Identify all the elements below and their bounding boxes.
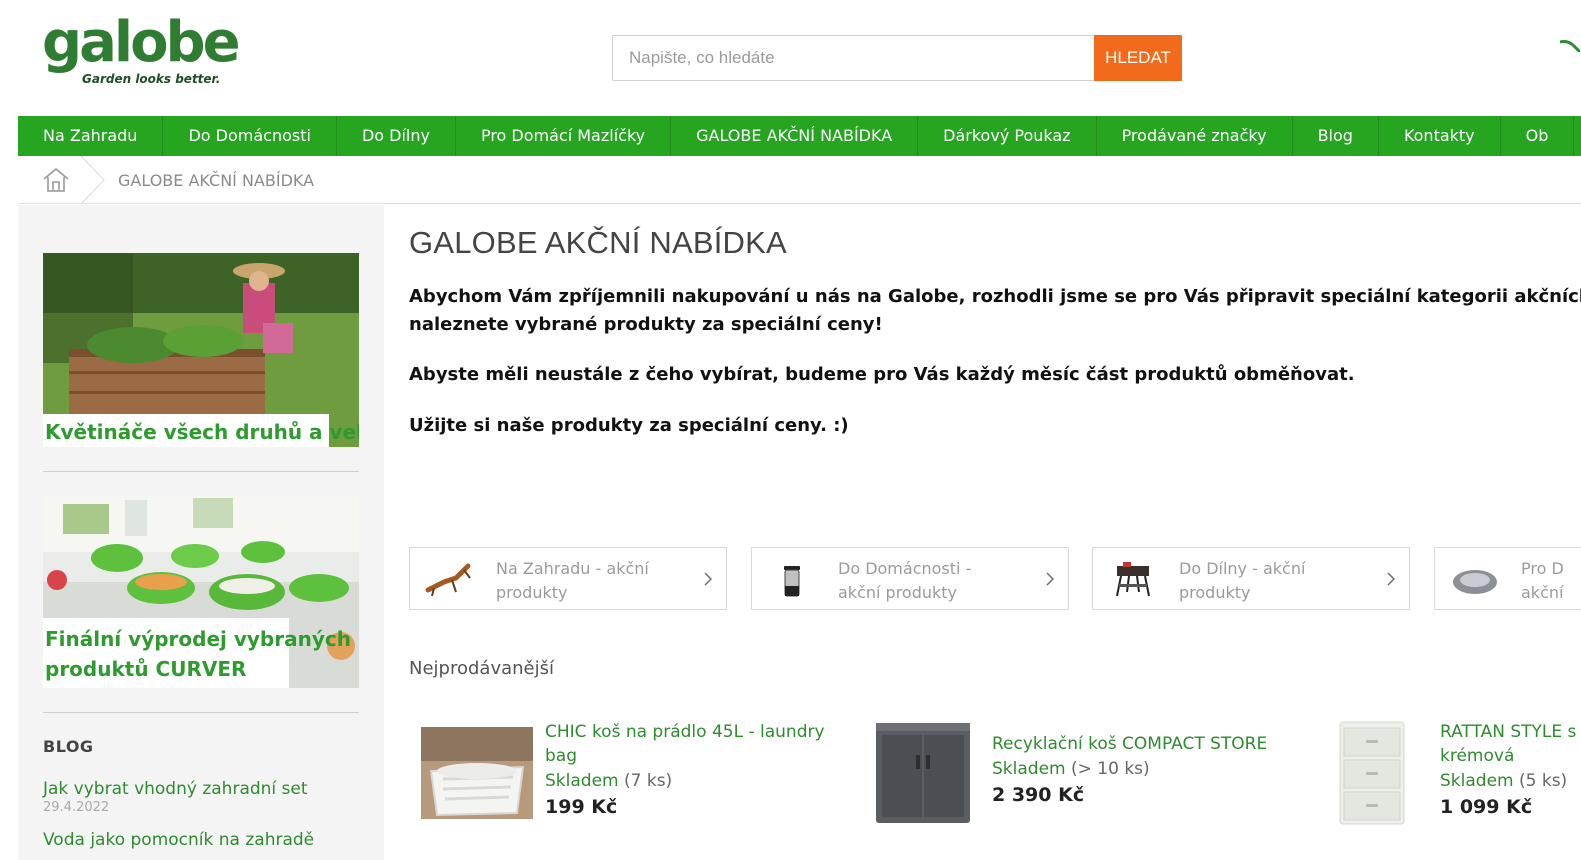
product-image-compact-store[interactable] (872, 721, 972, 825)
nav-item-akcni-nabidka[interactable]: GALOBE AKČNÍ NABÍDKA (671, 116, 919, 156)
category-label: Pro Dakční (1521, 559, 1564, 602)
product-item: RATTAN STYLE s krémová Skladem (5 ks) 1 0… (1336, 718, 1581, 838)
nav-item-do-domacnosti[interactable]: Do Domácnosti (163, 116, 337, 156)
breadcrumb: GALOBE AKČNÍ NABÍDKA (18, 156, 1581, 204)
product-price: 199 Kč (545, 796, 618, 818)
bestsellers-heading: Nejprodávanější (409, 658, 554, 679)
search-input[interactable] (612, 35, 1094, 81)
breadcrumb-separator (80, 156, 105, 204)
product-stock: Skladem (5 ks) (1440, 771, 1568, 791)
search-button[interactable]: HLEDAT (1094, 35, 1182, 81)
banner-curver-image: Finální výprodej vybraných produktů CURV… (43, 496, 359, 688)
category-card-do-domacnosti[interactable]: Do Domácnosti - akční produkty (751, 547, 1069, 610)
logo-wordmark: galobe (42, 10, 241, 75)
product-name[interactable]: RATTAN STYLE s krémová (1440, 720, 1581, 768)
nav-item-na-zahradu[interactable]: Na Zahradu (18, 116, 164, 156)
main-nav: Na Zahradu Do Domácnosti Do Dílny Pro Do… (18, 116, 1581, 156)
blog-post-link[interactable]: Jak vybrat vhodný zahradní set (43, 779, 308, 799)
workbench-icon (1116, 562, 1150, 597)
sidebar: Květináče všech druhů a velikostí (18, 205, 384, 860)
header: galobe Garden looks better. HLEDAT (0, 0, 1581, 116)
product-stock: Skladem (7 ks) (545, 771, 673, 791)
logo[interactable]: galobe Garden looks better. (42, 10, 241, 94)
category-label: Do Dílny - akční produkty (1179, 559, 1306, 602)
nav-item-blog[interactable]: Blog (1293, 116, 1379, 156)
category-label: Na Zahradu - akční produkty (496, 559, 649, 602)
page: galobe Garden looks better. HLEDAT Na Za… (0, 0, 1581, 860)
home-icon[interactable] (42, 167, 70, 193)
sidebar-divider (43, 712, 359, 713)
category-label: Do Domácnosti - akční produkty (838, 559, 972, 602)
banner-flowerpots-image: Květináče všech druhů a velikostí (43, 253, 359, 447)
nav-item-prodavane-znacky[interactable]: Prodávané značky (1097, 116, 1293, 156)
product-item: Recyklační koš COMPACT STORE Skladem (> … (872, 718, 1292, 838)
banner-curver[interactable]: Finální výprodej vybraných produktů CURV… (43, 496, 359, 688)
category-card-do-dilny[interactable]: Do Dílny - akční produkty (1092, 547, 1410, 610)
intro-paragraph: Abyste měli neustále z čeho vybírat, bud… (409, 364, 1355, 385)
chevron-right-icon (1046, 572, 1054, 586)
banner-curver-caption-line2: produktů CURVER (45, 657, 246, 681)
leaf-icon (1560, 40, 1580, 52)
breadcrumb-current: GALOBE AKČNÍ NABÍDKA (118, 171, 315, 190)
intro-paragraph: Užijte si naše produkty za speciální cen… (409, 415, 849, 436)
product-image-laundry-basket[interactable] (421, 727, 533, 819)
product-stock: Skladem (> 10 ks) (992, 759, 1150, 779)
sun-lounger-icon (425, 563, 471, 597)
nav-item-do-dilny[interactable]: Do Dílny (337, 116, 456, 156)
logo-tagline: Garden looks better. (82, 72, 221, 86)
blog-post-date: 29.4.2022 (43, 800, 110, 815)
banner-flowerpots-caption: Květináče všech druhů a velikostí (45, 420, 359, 444)
nav-item-truncated[interactable]: Ob (1501, 116, 1575, 156)
product-item: CHIC koš na prádlo 45L - laundry bag Skla… (421, 718, 841, 838)
product-price: 1 099 Kč (1440, 796, 1533, 818)
category-card-pro-mazlicky[interactable]: Pro Dakční (1434, 547, 1581, 610)
banner-flowerpots[interactable]: Květináče všech druhů a velikostí (43, 253, 359, 447)
search-bar: HLEDAT (612, 35, 1182, 81)
product-image-rattan-drawers[interactable] (1336, 720, 1408, 828)
intro-paragraph-line: Abychom Vám zpříjemnili nakupování u nás… (409, 286, 1581, 307)
category-card-na-zahradu[interactable]: Na Zahradu - akční produkty (409, 547, 727, 610)
pet-bed-icon (1453, 570, 1497, 594)
product-name[interactable]: CHIC koš na prádlo 45L - laundry bag (545, 720, 835, 768)
nav-item-darkovy-poukaz[interactable]: Dárkový Poukaz (918, 116, 1097, 156)
banner-curver-caption-line1: Finální výprodej vybraných (45, 627, 351, 651)
intro-paragraph-line: naleznete vybrané produkty za speciální … (409, 314, 883, 335)
blog-title: BLOG (43, 737, 94, 756)
nav-item-pro-mazlicky[interactable]: Pro Domácí Mazlíčky (456, 116, 672, 156)
blog-post-link[interactable]: Voda jako pomocník na zahradě (43, 830, 314, 850)
chevron-right-icon (704, 572, 712, 586)
nav-item-kontakty[interactable]: Kontakty (1379, 116, 1501, 156)
trash-bin-icon (784, 566, 800, 597)
product-price: 2 390 Kč (992, 784, 1085, 806)
sidebar-divider (43, 471, 359, 472)
product-name[interactable]: Recyklační koš COMPACT STORE (992, 732, 1282, 756)
page-title: GALOBE AKČNÍ NABÍDKA (409, 225, 787, 260)
chevron-right-icon (1387, 572, 1395, 586)
